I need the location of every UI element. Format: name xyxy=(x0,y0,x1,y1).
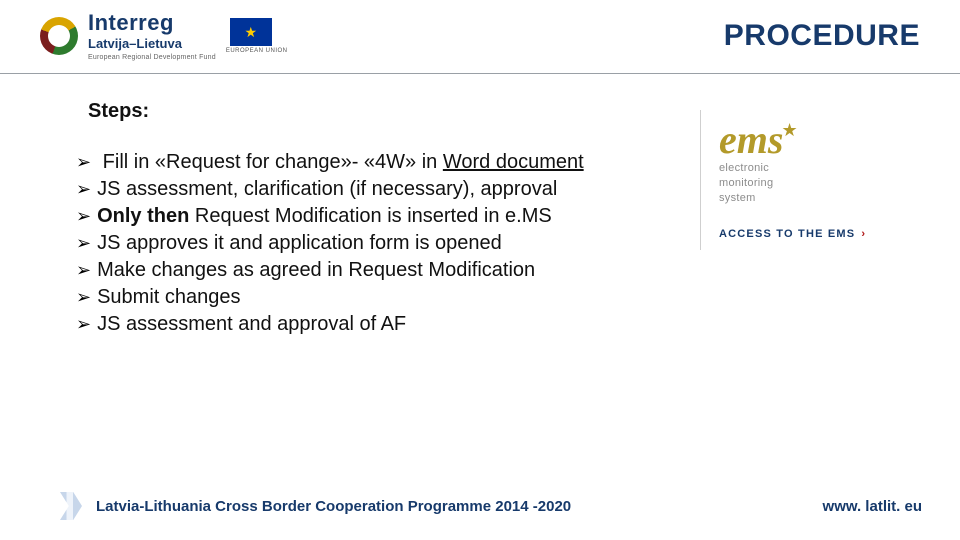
eu-flag-block: ★ EUROPEAN UNION xyxy=(226,18,288,54)
ems-sub1: electronic xyxy=(719,162,920,175)
logo-text: Interreg Latvija–Lietuva European Region… xyxy=(88,10,216,61)
list-item: JS assessment and approval of AF xyxy=(76,311,670,338)
footer-left: Latvia-Lithuania Cross Border Cooperatio… xyxy=(60,492,571,520)
swirl-icon xyxy=(40,17,78,55)
content: Steps: Fill in «Request for change»- «4W… xyxy=(0,74,960,338)
eu-flag-icon: ★ xyxy=(230,18,272,46)
brand-name: Interreg xyxy=(88,10,216,36)
list-item: Make changes as agreed in Request Modifi… xyxy=(76,257,670,284)
chevron-right-icon: › xyxy=(861,228,866,240)
ems-logo-text: ems xyxy=(719,117,783,162)
step-text: JS assessment and approval of AF xyxy=(97,313,406,335)
star-icon: ★ xyxy=(781,120,797,140)
ems-column: ems★ electronic monitoring system ACCESS… xyxy=(700,100,920,338)
steps-list: Fill in «Request for change»- «4W» in Wo… xyxy=(76,149,670,338)
header: Interreg Latvija–Lietuva European Region… xyxy=(0,0,960,74)
footer-programme: Latvia-Lithuania Cross Border Cooperatio… xyxy=(96,498,571,515)
chevron-decor-icon xyxy=(60,492,82,520)
step-text: JS assessment, clarification (if necessa… xyxy=(97,178,557,200)
brand-tiny: European Regional Development Fund xyxy=(88,54,216,61)
ems-access-label: ACCESS TO THE EMS xyxy=(719,228,855,240)
ems-box: ems★ electronic monitoring system ACCESS… xyxy=(700,110,920,250)
list-item: Only then Request Modification is insert… xyxy=(76,203,670,230)
page-title: PROCEDURE xyxy=(724,19,920,53)
list-item: JS assessment, clarification (if necessa… xyxy=(76,176,670,203)
footer-url: www. latlit. eu xyxy=(823,498,922,515)
ems-sub2: monitoring xyxy=(719,177,920,190)
step-text: Fill in «Request for change»- «4W» in xyxy=(103,151,443,173)
step-text: JS approves it and application form is o… xyxy=(97,232,502,254)
footer: Latvia-Lithuania Cross Border Cooperatio… xyxy=(0,492,960,520)
list-item: Submit changes xyxy=(76,284,670,311)
step-bold: Only then xyxy=(97,205,189,227)
list-item: JS approves it and application form is o… xyxy=(76,230,670,257)
step-underlined: Word document xyxy=(443,151,584,173)
step-text: Make changes as agreed in Request Modifi… xyxy=(97,259,535,281)
steps-column: Steps: Fill in «Request for change»- «4W… xyxy=(76,100,670,338)
step-text: Request Modification is inserted in e.MS xyxy=(189,205,551,227)
ems-logo-row: ems★ xyxy=(719,120,920,160)
brand-sub: Latvija–Lietuva xyxy=(88,36,216,51)
list-item: Fill in «Request for change»- «4W» in Wo… xyxy=(76,149,670,176)
eu-flag-caption: EUROPEAN UNION xyxy=(226,48,288,54)
ems-sub3: system xyxy=(719,192,920,205)
steps-heading: Steps: xyxy=(88,100,670,123)
programme-logo: Interreg Latvija–Lietuva European Region… xyxy=(40,10,288,61)
step-text: Submit changes xyxy=(97,286,240,308)
ems-access-link[interactable]: ACCESS TO THE EMS › xyxy=(719,228,920,240)
